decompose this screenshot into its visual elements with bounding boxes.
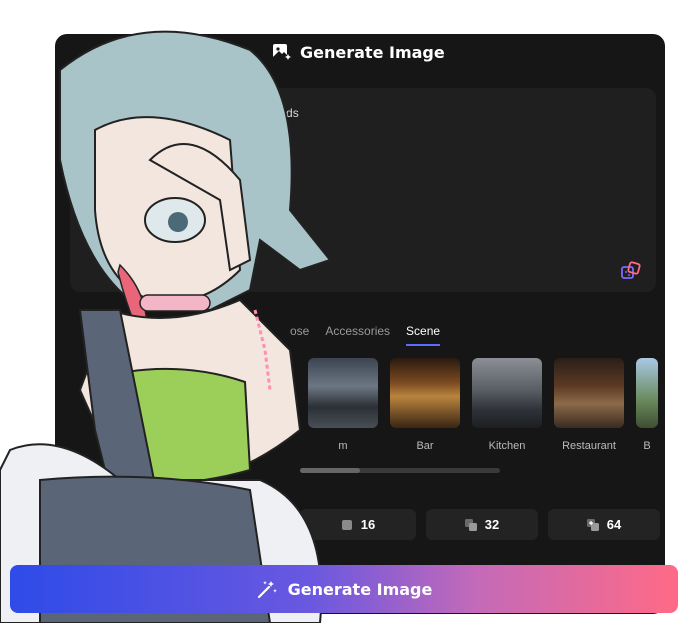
scene-image-restaurant <box>554 358 624 428</box>
scene-image-kitchen <box>472 358 542 428</box>
count-value: 64 <box>606 517 622 532</box>
image-count-options: 16 32 64 <box>300 509 660 540</box>
add-stack-icon <box>586 518 599 531</box>
stacked-squares-icon <box>464 518 477 531</box>
scene-list: m Bar Kitchen Restaurant B <box>308 358 658 452</box>
scene-item-balcony[interactable]: B <box>636 358 658 452</box>
generate-image-button[interactable]: Generate Image <box>10 565 678 613</box>
random-dice-icon[interactable] <box>620 260 642 282</box>
count-value: 32 <box>484 517 500 532</box>
scene-label: B <box>643 440 651 452</box>
scene-image-bar <box>390 358 460 428</box>
scene-item-kitchen[interactable]: Kitchen <box>472 358 542 452</box>
single-square-icon <box>341 519 352 530</box>
scene-label: Bar <box>416 440 434 452</box>
scene-item-bar[interactable]: Bar <box>390 358 460 452</box>
tab-scene[interactable]: Scene <box>406 324 441 346</box>
count-option-32[interactable]: 32 <box>426 509 538 540</box>
count-value: 16 <box>360 517 376 532</box>
scene-image-balcony <box>636 358 658 428</box>
count-option-64[interactable]: 64 <box>548 509 660 540</box>
scene-item-restaurant[interactable]: Restaurant <box>554 358 624 452</box>
anime-girl-illustration <box>0 30 332 623</box>
scene-label: Kitchen <box>488 440 526 452</box>
magic-wand-icon <box>257 581 277 599</box>
generate-button-label: Generate Image <box>287 579 433 599</box>
scene-label: Restaurant <box>562 440 616 452</box>
